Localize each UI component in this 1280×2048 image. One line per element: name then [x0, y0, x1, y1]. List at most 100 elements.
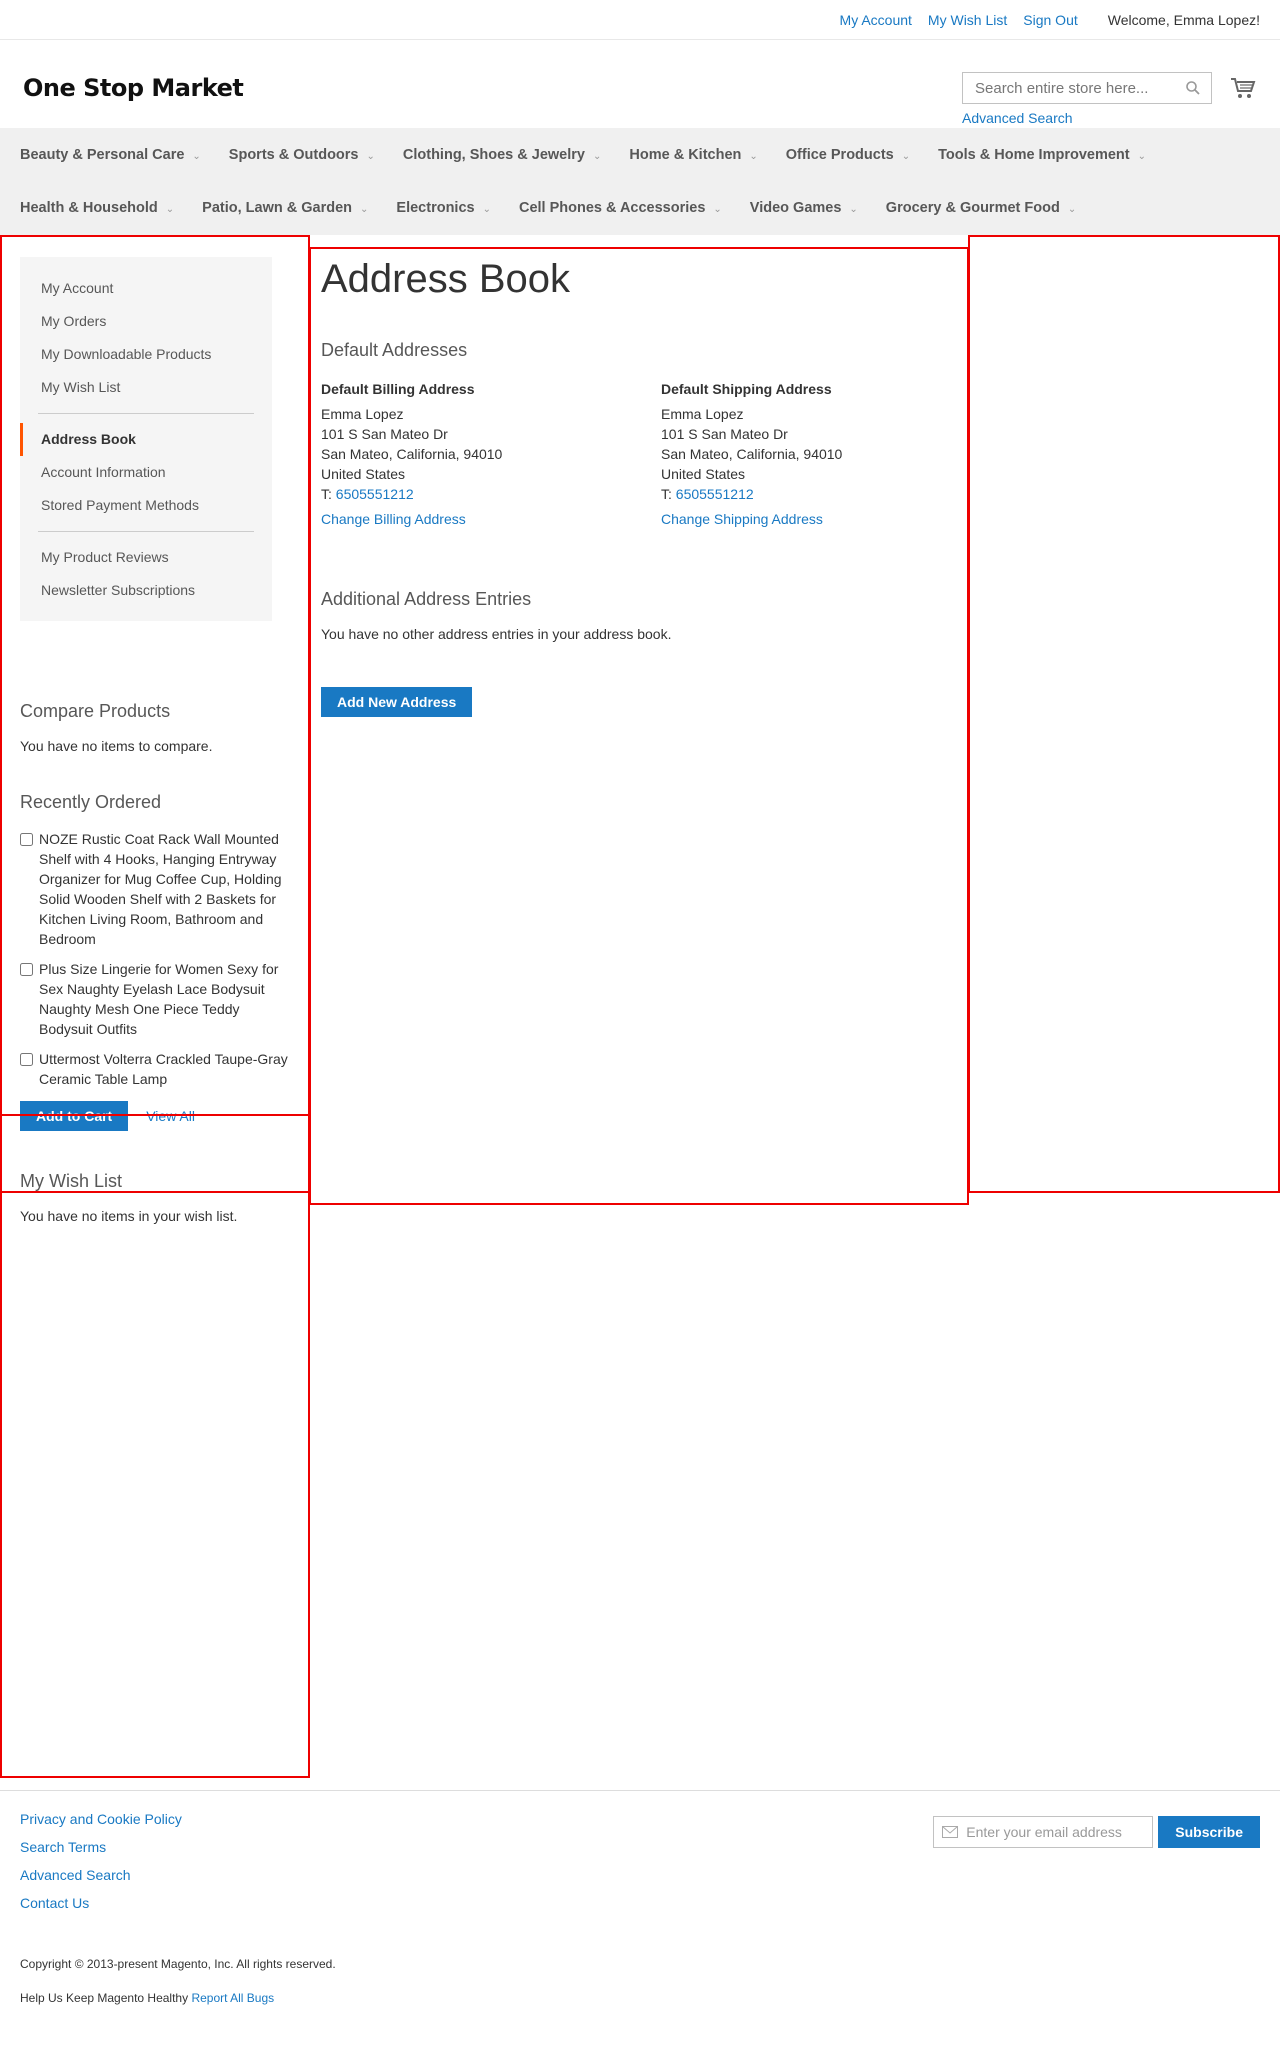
- my-account-link[interactable]: My Account: [840, 12, 912, 28]
- store-logo[interactable]: One Stop Market: [23, 74, 244, 102]
- add-new-address-button[interactable]: Add New Address: [321, 687, 473, 717]
- nav-item-label: Patio, Lawn & Garden: [202, 199, 353, 216]
- top-bar: My Account My Wish List Sign Out Welcome…: [0, 0, 1280, 40]
- account-nav-account-information[interactable]: Account Information: [20, 456, 272, 489]
- billing-country: United States: [321, 466, 406, 482]
- newsletter-form: Subscribe: [933, 1816, 1260, 1848]
- recently-ordered-checkbox[interactable]: [20, 833, 33, 846]
- shipping-city: San Mateo, California, 94010: [661, 446, 843, 462]
- report-bugs-link[interactable]: Report All Bugs: [191, 1991, 274, 2005]
- billing-phone-line: T: 6505551212: [321, 484, 661, 504]
- bug-report-text: Help Us Keep Magento Healthy: [20, 1991, 189, 2005]
- account-nav-my-product-reviews[interactable]: My Product Reviews: [20, 541, 272, 574]
- nav-item-cell-phones-and-accessories[interactable]: Cell Phones & Accessories ⌄: [519, 200, 722, 216]
- billing-street: 101 S San Mateo Dr: [321, 426, 448, 442]
- nav-row: Beauty & Personal Care ⌄ Sports & Outdoors…: [6, 128, 1274, 181]
- footer: Privacy and Cookie Policy Search Terms Adv…: [0, 1790, 1280, 2005]
- nav-item-grocery-and-gourmet-food[interactable]: Grocery & Gourmet Food ⌄: [886, 200, 1076, 216]
- chevron-down-icon: ⌄: [749, 150, 758, 162]
- billing-phone-prefix: T:: [321, 486, 336, 502]
- chevron-down-icon: ⌄: [592, 150, 602, 162]
- recently-ordered-product-name[interactable]: Plus Size Lingerie for Women Sexy for Se…: [39, 959, 292, 1039]
- newsletter-email-input[interactable]: [964, 1823, 1145, 1841]
- shipping-phone-prefix: T:: [661, 486, 676, 502]
- recently-ordered-product-name[interactable]: Uttermost Volterra Crackled Taupe-Gray C…: [39, 1049, 292, 1089]
- page-title: Address Book: [321, 257, 571, 301]
- account-nav-newsletter-subscriptions[interactable]: Newsletter Subscriptions: [20, 574, 272, 607]
- billing-name: Emma Lopez: [321, 406, 404, 422]
- envelope-icon: [942, 1826, 959, 1838]
- search-box: [962, 72, 1212, 104]
- chevron-down-icon: ⌄: [366, 150, 375, 162]
- chevron-down-icon: ⌄: [360, 203, 369, 215]
- nav-item-tools-and-home-improvement[interactable]: Tools & Home Improvement ⌄: [938, 147, 1146, 163]
- default-addresses-title: Default Addresses: [321, 340, 468, 360]
- chevron-down-icon: ⌄: [901, 150, 911, 162]
- recently-ordered-title: Recently Ordered: [20, 792, 162, 812]
- search-icon[interactable]: [1185, 80, 1201, 96]
- account-nav-address-book[interactable]: Address Book: [20, 423, 272, 456]
- annotation-box-right: [968, 235, 1280, 1193]
- shipping-country: United States: [661, 466, 746, 482]
- account-nav-my-wish-list[interactable]: My Wish List: [20, 371, 272, 404]
- nav-item-patio-lawn-and-garden[interactable]: Patio, Lawn & Garden ⌄: [202, 200, 368, 216]
- welcome-message: Welcome, Emma Lopez!: [1107, 11, 1260, 28]
- change-billing-address-link[interactable]: Change Billing Address: [321, 509, 466, 529]
- recently-ordered-checkbox[interactable]: [20, 963, 33, 976]
- nav-item-label: Cell Phones & Accessories: [518, 199, 706, 216]
- recently-ordered-block: Recently Ordered NOZE Rustic Coat Rack W…: [20, 792, 292, 1131]
- additional-addresses-title: Additional Address Entries: [321, 589, 532, 609]
- nav-item-label: Beauty & Personal Care: [20, 146, 185, 163]
- nav-item-label: Video Games: [749, 199, 842, 216]
- recently-ordered-item: NOZE Rustic Coat Rack Wall Mounted Shelf…: [20, 829, 292, 949]
- header: One Stop Market Advanced Search: [0, 40, 1280, 128]
- recently-ordered-actions: Add to Cart View All: [20, 1101, 292, 1131]
- account-nav: My Account My Orders My Downloadable Produ…: [20, 257, 272, 621]
- recently-ordered-product-name[interactable]: NOZE Rustic Coat Rack Wall Mounted Shelf…: [39, 829, 292, 949]
- recently-ordered-item: Uttermost Volterra Crackled Taupe-Gray C…: [20, 1049, 292, 1089]
- footer-link-advanced-search[interactable]: Advanced Search: [20, 1867, 1260, 1883]
- nav-item-label: Electronics: [396, 199, 475, 216]
- page-columns: My Account My Orders My Downloadable Produ…: [0, 235, 1280, 1790]
- nav-item-electronics[interactable]: Electronics ⌄: [396, 200, 491, 216]
- nav-item-label: Grocery & Gourmet Food: [885, 199, 1060, 216]
- subscribe-button[interactable]: Subscribe: [1158, 1816, 1260, 1848]
- nav-item-sports-and-outdoors[interactable]: Sports & Outdoors ⌄: [229, 147, 375, 163]
- annotation-box-sidebar-bottom: [0, 1191, 310, 1778]
- account-nav-divider: [38, 413, 254, 414]
- nav-item-label: Health & Household: [20, 199, 158, 216]
- advanced-search-link[interactable]: Advanced Search: [962, 110, 1073, 126]
- nav-item-home-and-kitchen[interactable]: Home & Kitchen ⌄: [629, 147, 757, 163]
- account-nav-my-account[interactable]: My Account: [20, 272, 272, 305]
- nav-item-beauty-and-personal-care[interactable]: Beauty & Personal Care ⌄: [20, 147, 201, 163]
- nav-item-health-and-household[interactable]: Health & Household ⌄: [20, 200, 174, 216]
- billing-phone-link[interactable]: 6505551212: [336, 486, 414, 502]
- nav-item-label: Sports & Outdoors: [228, 146, 359, 163]
- default-addresses: Default Billing Address Emma Lopez 101 S…: [321, 379, 1001, 529]
- nav-item-video-games[interactable]: Video Games ⌄: [750, 200, 858, 216]
- account-nav-my-downloadable-products[interactable]: My Downloadable Products: [20, 338, 272, 371]
- nav-item-clothing-shoes-and-jewelry[interactable]: Clothing, Shoes & Jewelry ⌄: [403, 147, 601, 163]
- nav-item-office-products[interactable]: Office Products ⌄: [786, 147, 910, 163]
- nav-item-label: Clothing, Shoes & Jewelry: [402, 146, 585, 163]
- bug-report-line: Help Us Keep Magento Healthy Report All …: [20, 1991, 1260, 2005]
- recently-ordered-item: Plus Size Lingerie for Women Sexy for Se…: [20, 959, 292, 1039]
- my-wish-list-link[interactable]: My Wish List: [928, 12, 1007, 28]
- chevron-down-icon: ⌄: [165, 203, 175, 215]
- account-nav-my-orders[interactable]: My Orders: [20, 305, 272, 338]
- chevron-down-icon: ⌄: [713, 203, 722, 215]
- sign-out-link[interactable]: Sign Out: [1023, 12, 1077, 28]
- billing-city: San Mateo, California, 94010: [321, 446, 503, 462]
- shipping-street: 101 S San Mateo Dr: [661, 426, 788, 442]
- shipping-phone-link[interactable]: 6505551212: [676, 486, 754, 502]
- account-nav-stored-payment-methods[interactable]: Stored Payment Methods: [20, 489, 272, 522]
- cart-icon[interactable]: [1230, 76, 1256, 100]
- add-to-cart-button[interactable]: Add to Cart: [20, 1101, 129, 1131]
- view-all-link[interactable]: View All: [146, 1108, 195, 1124]
- footer-link-contact-us[interactable]: Contact Us: [20, 1895, 1260, 1911]
- main-content: Address Book Default Addresses Default B…: [321, 235, 1001, 717]
- chevron-down-icon: ⌄: [192, 150, 201, 162]
- recently-ordered-checkbox[interactable]: [20, 1053, 33, 1066]
- change-shipping-address-link[interactable]: Change Shipping Address: [661, 509, 823, 529]
- search-input[interactable]: [973, 78, 1185, 98]
